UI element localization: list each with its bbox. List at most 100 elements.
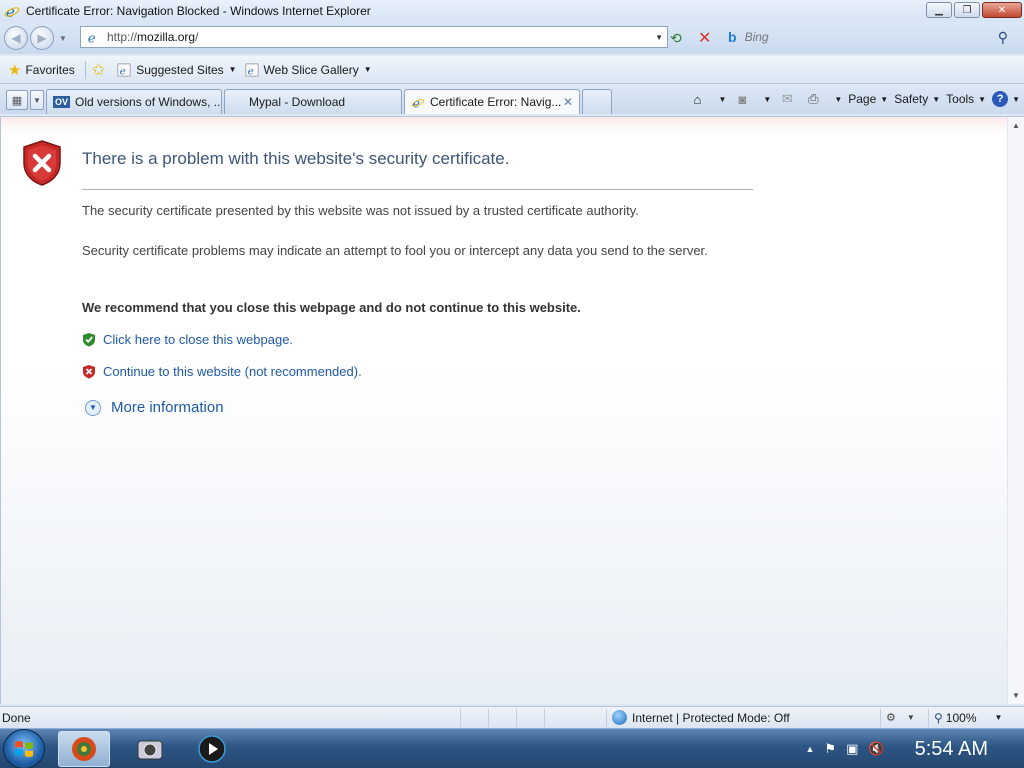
web-slice-gallery-label: Web Slice Gallery [263,62,359,77]
start-button[interactable] [3,729,45,768]
new-tab-button[interactable] [582,89,612,114]
divider [606,709,607,727]
more-information-label: More information [111,399,224,416]
close-webpage-link[interactable]: Click here to close this webpage. [82,332,293,347]
close-webpage-link-text[interactable]: Click here to close this webpage. [103,332,293,347]
ie-tab-icon: e [411,95,425,109]
page-title: There is a problem with this website's s… [82,149,510,168]
close-window-button[interactable]: ✕ [982,2,1022,18]
print-dropdown[interactable]: ▼ [834,95,842,104]
security-zone[interactable]: Internet | Protected Mode: Off [612,710,790,725]
close-tab-icon[interactable]: ✕ [563,95,573,109]
web-slice-gallery-button[interactable]: e Web Slice Gallery ▼ [244,62,372,77]
tab-label: Certificate Error: Navig... [430,95,562,109]
tools-menu-label: Tools [946,92,975,106]
gear-icon: ⚙ [886,712,896,724]
pop-up-settings[interactable]: ⚙ ▼ [886,711,915,724]
minimize-button[interactable]: ▁ [926,2,952,18]
app-shield-icon [72,737,96,761]
flag-icon[interactable]: ⚑ [824,741,836,757]
title-bar: e Certificate Error: Navigation Blocked … [0,0,1024,22]
stop-icon[interactable]: ✕ [698,28,711,48]
scroll-down-icon[interactable]: ▼ [1012,691,1020,700]
continue-website-link[interactable]: Continue to this website (not recommende… [82,364,362,379]
address-dropdown-icon[interactable]: ▼ [655,33,663,42]
feeds-icon[interactable]: ◙ [732,90,752,108]
taskbar-camera-app-button[interactable] [124,731,176,767]
clock[interactable]: 5:54 AM [915,738,988,761]
search-icon[interactable]: ⚲ [998,29,1008,46]
divider [544,709,545,727]
feeds-dropdown[interactable]: ▼ [763,95,771,104]
ie-logo-icon: e [4,3,20,19]
page-content: There is a problem with this website's s… [0,116,1024,704]
refresh-icon[interactable]: ⟲ [670,30,682,47]
network-icon[interactable]: ▣ [846,741,858,757]
navigation-bar: ◀ ▶ ▼ e http://mozilla.org/ ▼ ⟲ ✕ b ⚲ [0,22,1024,54]
expand-down-icon: ▼ [85,399,101,416]
media-play-icon [198,735,226,763]
ie-page-icon: e [117,62,131,77]
page-icon: e [85,29,101,45]
scroll-up-icon[interactable]: ▲ [1012,121,1020,130]
forward-arrow-icon: ▶ [37,31,47,45]
vertical-scrollbar[interactable]: ▲ ▼ [1007,117,1024,704]
tab-certificate-error[interactable]: e Certificate Error: Navig... ✕ [404,89,580,114]
tab-old-versions[interactable]: OV Old versions of Windows, ... [46,89,222,114]
divider [82,189,753,190]
search-input[interactable] [744,30,965,44]
divider [460,709,461,727]
taskbar-app-button[interactable] [58,731,110,767]
page-menu[interactable]: Page ▼ [848,92,888,106]
chevron-down-icon: ▼ [1012,94,1020,104]
restore-button[interactable]: ❐ [954,2,980,18]
help-menu[interactable]: ? ▼ [992,91,1020,107]
windows-logo-icon [15,741,33,757]
tab-label: Mypal - Download [249,95,346,109]
red-shield-icon [83,365,95,379]
favorites-button[interactable]: ★ Favorites [8,61,75,79]
svg-text:e: e [247,65,253,77]
mail-icon[interactable]: ✉ [777,90,797,108]
back-arrow-icon: ◀ [11,31,21,45]
chevron-down-icon: ▼ [228,65,237,74]
home-icon[interactable]: ⌂ [687,90,707,108]
history-dropdown[interactable]: ▼ [56,34,70,43]
window-controls: ▁ ❐ ✕ [926,2,1022,18]
add-to-favorites-icon[interactable]: ✩ [92,60,105,80]
show-hidden-icons[interactable]: ▲ [806,744,815,754]
ov-icon: OV [53,96,71,108]
print-icon[interactable]: ⎙ [803,90,823,108]
url-text[interactable]: http://mozilla.org/ [107,30,198,44]
back-button[interactable]: ◀ [4,26,28,50]
error-shield-icon [23,140,61,186]
divider [880,709,881,727]
globe-icon [612,710,627,725]
separator [84,60,86,79]
more-information-toggle[interactable]: ▼ More information [85,399,224,416]
tab-mypal-download[interactable]: Mypal - Download [224,89,402,114]
quick-tabs-grid-icon[interactable]: ▦ [6,90,28,110]
forward-button[interactable]: ▶ [30,26,54,50]
tools-menu[interactable]: Tools ▼ [946,92,986,106]
favorites-bar: ★ Favorites ✩ e Suggested Sites ▼ e Web … [0,56,1024,84]
volume-muted-icon[interactable]: 🔇 [868,741,884,757]
safety-menu[interactable]: Safety ▼ [894,92,940,106]
suggested-sites-button[interactable]: e Suggested Sites ▼ [117,62,237,77]
continue-website-link-text[interactable]: Continue to this website (not recommende… [103,364,362,379]
system-tray: ▲ ⚑ ▣ 🔇 5:54 AM [796,729,1024,768]
search-box[interactable]: b ⚲ [722,26,1020,48]
divider [516,709,517,727]
address-bar[interactable]: e http://mozilla.org/ ▼ [80,26,668,48]
recommendation-text: We recommend that you close this webpage… [82,300,581,315]
help-icon: ? [992,91,1009,107]
status-text: Done [2,710,31,725]
tab-list-dropdown[interactable]: ▼ [30,90,44,110]
svg-text:e: e [120,65,126,77]
taskbar-media-player-button[interactable] [186,731,238,767]
suggested-sites-label: Suggested Sites [136,62,224,77]
zoom-control[interactable]: ⚲ 100% ▼ [934,711,1002,725]
home-dropdown[interactable]: ▼ [718,95,726,104]
svg-text:e: e [88,31,96,44]
page-menu-label: Page [848,92,877,106]
